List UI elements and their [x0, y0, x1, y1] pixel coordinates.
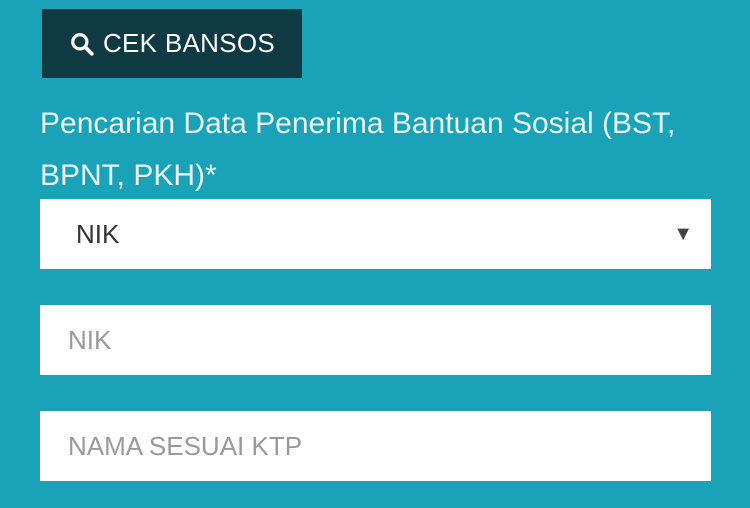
cek-bansos-label: CEK BANSOS [102, 28, 276, 58]
search-type-select[interactable]: NIK ▼ [40, 199, 711, 269]
search-icon [69, 31, 95, 57]
search-type-selected-value: NIK [76, 218, 120, 249]
caret-down-icon: ▼ [673, 222, 693, 245]
cek-bansos-button[interactable]: CEK BANSOS [42, 9, 302, 78]
nik-input[interactable] [40, 305, 711, 375]
form-heading: Pencarian Data Penerima Bantuan Sosial (… [40, 107, 676, 192]
nama-sesuai-ktp-input[interactable] [40, 411, 711, 481]
